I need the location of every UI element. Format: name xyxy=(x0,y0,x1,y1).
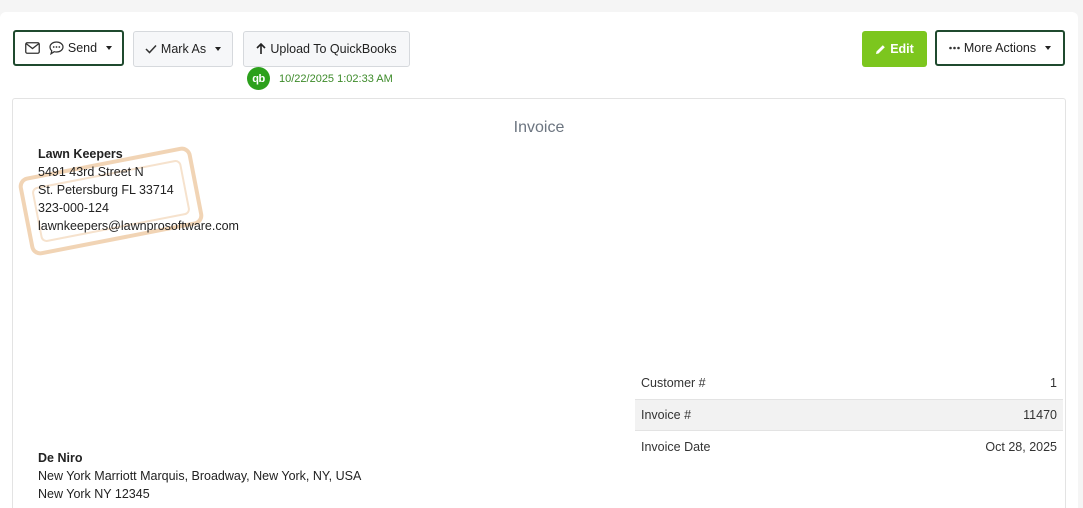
quickbooks-logo-icon: qb xyxy=(247,67,270,90)
meta-row-invoice-number: Invoice # 11470 xyxy=(635,399,1063,431)
meta-label: Invoice Date xyxy=(641,440,711,454)
send-button[interactable]: Send xyxy=(13,30,124,66)
company-city-line: St. Petersburg FL 33714 xyxy=(38,183,174,197)
edit-button[interactable]: Edit xyxy=(862,31,927,67)
invoice-preview: Invoice Lawn Keepers 5491 43rd Street N … xyxy=(12,98,1066,508)
meta-label: Invoice # xyxy=(641,408,692,422)
upload-quickbooks-button-label: Upload To QuickBooks xyxy=(270,42,397,56)
quickbooks-sync-status: qb 10/22/2025 1:02:33 AM xyxy=(247,67,393,90)
company-name: Lawn Keepers xyxy=(38,147,123,161)
quickbooks-sync-timestamp: 10/22/2025 1:02:33 AM xyxy=(279,72,393,85)
invoice-meta-table: Customer # 1 Invoice # 11470 Invoice Dat… xyxy=(635,367,1063,463)
more-actions-button[interactable]: More Actions xyxy=(935,30,1065,66)
sms-icon xyxy=(49,41,64,55)
mark-as-button-label: Mark As xyxy=(160,42,207,56)
check-icon xyxy=(145,44,157,54)
arrow-up-icon xyxy=(256,43,266,55)
envelope-icon xyxy=(24,42,40,54)
meta-row-invoice-date: Invoice Date Oct 28, 2025 xyxy=(635,431,1063,463)
meta-label: Customer # xyxy=(641,376,706,390)
meta-value: 11470 xyxy=(1023,408,1057,422)
meta-value: Oct 28, 2025 xyxy=(985,440,1057,454)
meta-value: 1 xyxy=(1050,376,1057,390)
upload-quickbooks-button[interactable]: Upload To QuickBooks xyxy=(243,31,410,67)
pencil-icon xyxy=(875,44,886,55)
chevron-down-icon xyxy=(106,46,113,50)
company-email: lawnkeepers@lawnprosoftware.com xyxy=(38,219,239,233)
edit-button-label: Edit xyxy=(890,42,914,56)
company-address-block: Lawn Keepers 5491 43rd Street N St. Pete… xyxy=(38,145,239,235)
customer-city-line: New York NY 12345 xyxy=(38,487,150,501)
chevron-down-icon xyxy=(215,47,222,51)
chevron-down-icon xyxy=(1045,46,1052,50)
company-street: 5491 43rd Street N xyxy=(38,165,144,179)
company-phone: 323-000-124 xyxy=(38,201,109,215)
invoice-title: Invoice xyxy=(513,119,565,136)
send-button-label: Send xyxy=(67,41,98,55)
customer-address-block: De Niro New York Marriott Marquis, Broad… xyxy=(38,449,361,503)
more-actions-button-label: More Actions xyxy=(963,41,1037,55)
ellipsis-icon xyxy=(949,46,960,50)
mark-as-button[interactable]: Mark As xyxy=(133,31,233,67)
meta-row-customer-number: Customer # 1 xyxy=(635,367,1063,399)
customer-name: De Niro xyxy=(38,451,83,465)
customer-address: New York Marriott Marquis, Broadway, New… xyxy=(38,469,362,483)
